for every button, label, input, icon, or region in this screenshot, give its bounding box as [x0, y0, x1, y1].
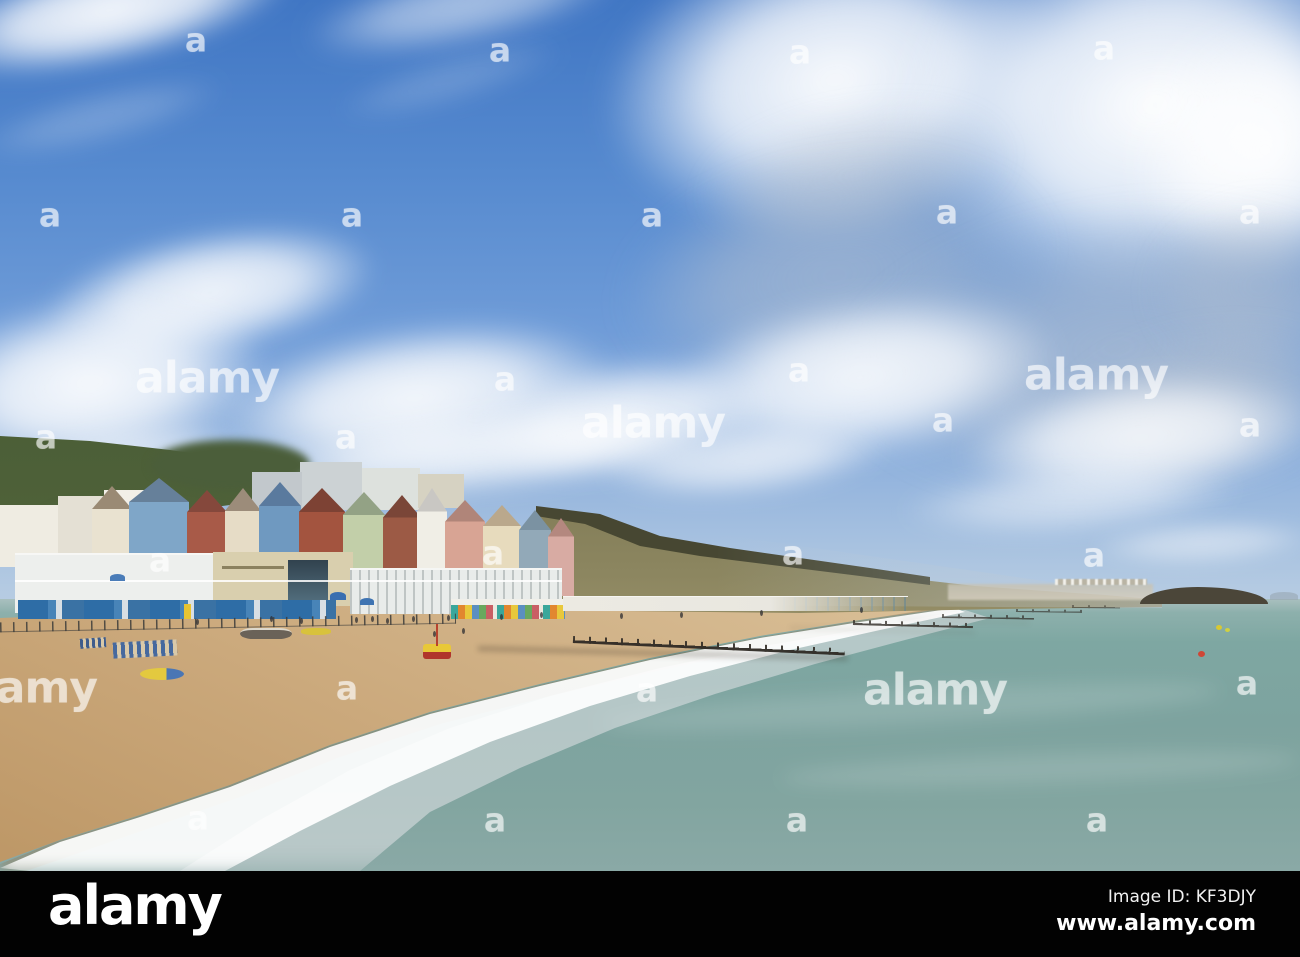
alamy-logo: alamy	[48, 874, 223, 937]
watermark-letter: a	[340, 195, 364, 235]
watermark-letter: a	[640, 195, 664, 235]
yellow-sign	[184, 604, 191, 619]
sun-loungers	[112, 639, 178, 659]
blue-umbrella	[360, 598, 374, 605]
watermark-letter: a	[935, 192, 959, 232]
alamy-url: www.alamy.com	[1056, 911, 1256, 936]
person	[540, 612, 543, 618]
boat	[240, 628, 292, 639]
sun-loungers	[79, 637, 107, 649]
person	[386, 618, 389, 624]
watermark-letter: a	[781, 533, 805, 573]
watermark-letter: a	[488, 30, 512, 70]
watermark-letter: a	[1092, 28, 1116, 68]
watermark-letter: a	[34, 417, 58, 457]
footer-info: Image ID: KF3DJY www.alamy.com	[1056, 887, 1256, 936]
blue-umbrella	[110, 574, 125, 581]
watermark-letter: a	[335, 668, 359, 708]
watermark-letter: a	[483, 800, 507, 840]
distant-clifftop-buildings	[1055, 579, 1147, 585]
watermark-letter: a	[788, 32, 812, 72]
distant-coastline	[948, 584, 1153, 600]
red-buoy	[1198, 651, 1205, 657]
watermark-letter: a	[334, 417, 358, 457]
person	[300, 618, 303, 624]
watermark-letter: a	[1238, 192, 1262, 232]
watermark-letter: a	[1238, 405, 1262, 445]
person	[680, 612, 683, 618]
watermark-letter: a	[148, 540, 172, 580]
watermark-word: alamy	[863, 664, 1008, 716]
white-beach-huts	[563, 596, 908, 611]
watermark-letter: a	[184, 20, 208, 60]
headland	[1140, 587, 1268, 604]
person	[412, 616, 415, 622]
person	[447, 615, 450, 621]
yellow-kayaks	[301, 628, 331, 635]
watermark-letter: a	[931, 400, 955, 440]
watermark-word: alamy	[135, 352, 280, 404]
yellow-buoy	[1216, 625, 1222, 630]
groyne	[1071, 605, 1121, 609]
watermark-letter: a	[493, 359, 517, 399]
person	[500, 614, 503, 620]
watermark-letter: a	[481, 533, 505, 573]
blue-umbrella	[330, 592, 346, 600]
watermark-letter: a	[1082, 535, 1106, 575]
watermark-word: alamy	[581, 397, 726, 449]
watermark-letter: a	[1235, 663, 1259, 703]
person	[355, 617, 358, 623]
watermark-word: alamy	[1024, 349, 1169, 401]
watermark-letter: a	[186, 798, 210, 838]
watermark-letter: a	[787, 350, 811, 390]
far-island	[1270, 592, 1298, 600]
image-id: Image ID: KF3DJY	[1107, 887, 1256, 907]
person	[760, 610, 763, 616]
cloud	[0, 59, 233, 176]
person	[270, 616, 273, 622]
watermark-letter: a	[1085, 800, 1109, 840]
person	[371, 616, 374, 622]
person	[433, 631, 436, 637]
yellow-buoy	[1225, 628, 1230, 632]
surfboard	[140, 668, 184, 680]
promenade-rail	[15, 580, 562, 582]
person	[860, 607, 863, 613]
person	[620, 613, 623, 619]
coloured-beach-huts	[451, 599, 565, 619]
person	[462, 628, 465, 634]
watermark-letter: a	[635, 670, 659, 710]
watermark-letter: a	[785, 800, 809, 840]
lifeguard-buggy	[423, 644, 451, 659]
stock-photo-page: aaaaaaaaaalamyaaalamyaaalamyaaaaaaalamya…	[0, 0, 1300, 957]
watermark-letter: a	[38, 195, 62, 235]
beach-photograph: a a a a a a a a a alamy a a alamy a a alamy a a a a a a alamy a…	[0, 0, 1300, 871]
flag-pole	[436, 624, 438, 646]
watermark-word: alamy	[0, 662, 98, 714]
person	[196, 619, 199, 625]
footer-bar: alamy Image ID: KF3DJY www.alamy.com	[0, 871, 1300, 957]
overstrand-sign	[222, 566, 284, 569]
overstrand-glass-front	[288, 560, 328, 604]
